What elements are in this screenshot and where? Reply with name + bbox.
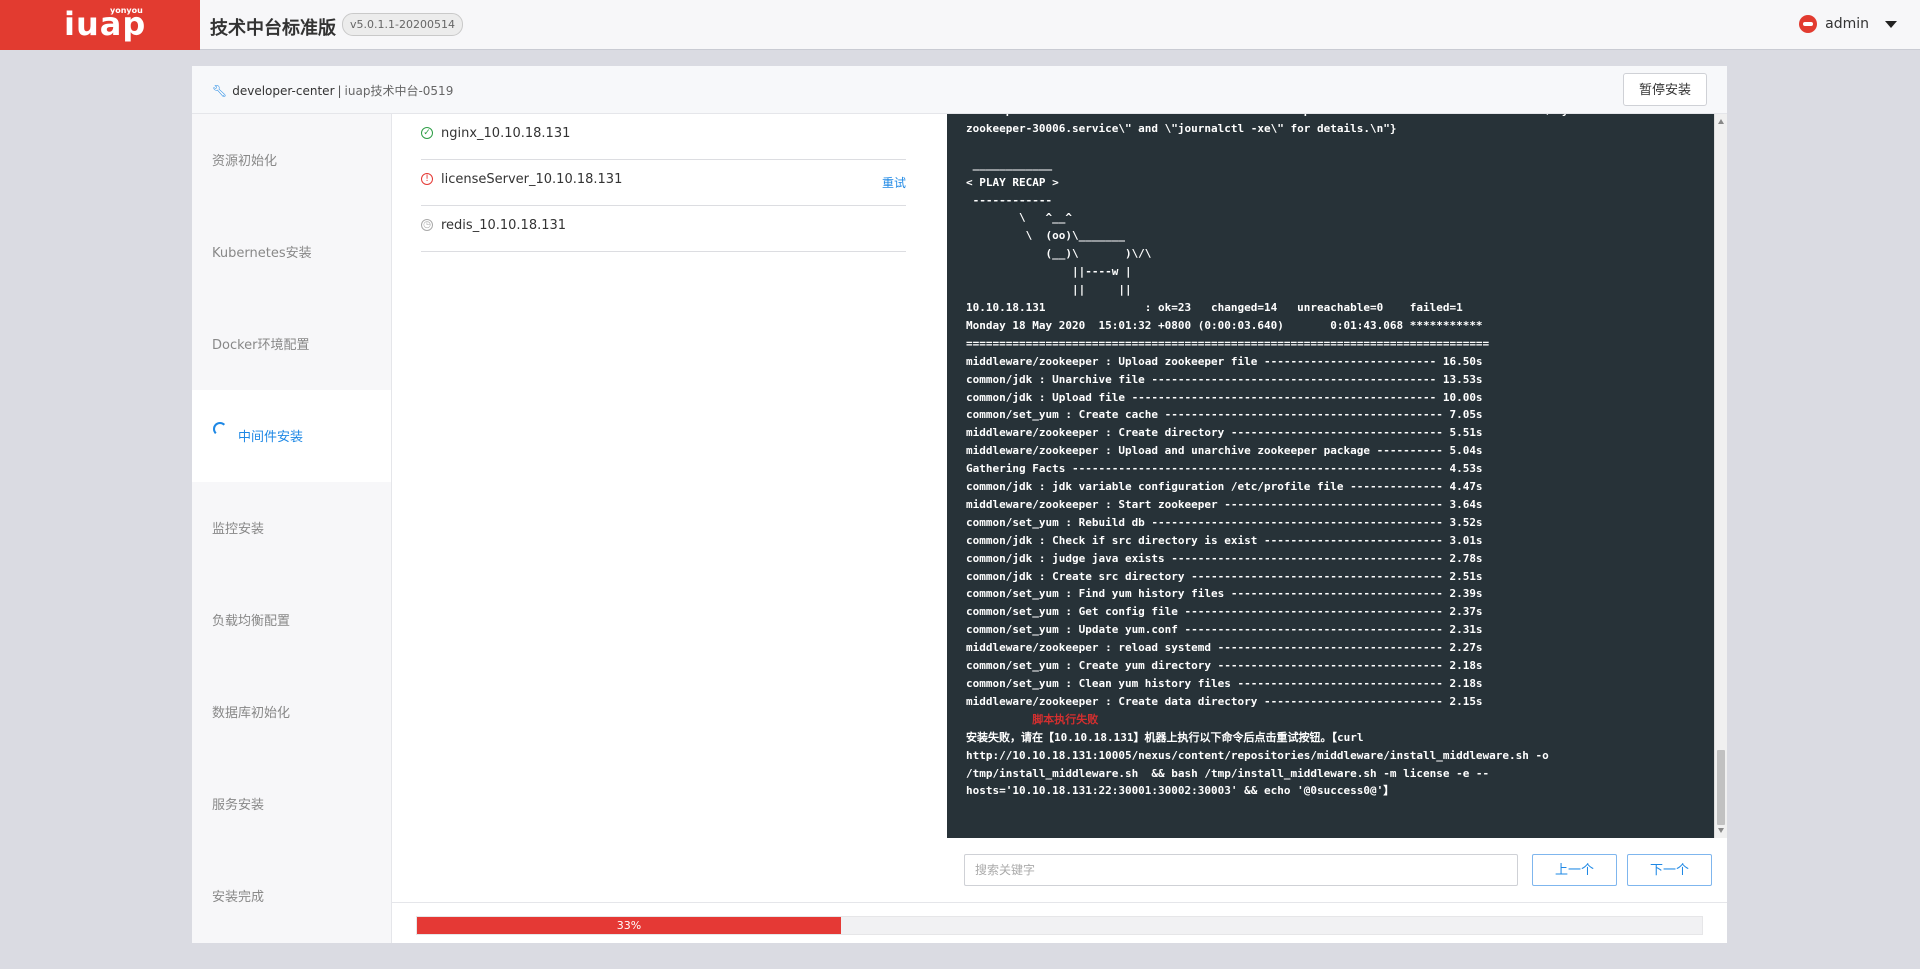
loading-spinner-icon [213,422,227,436]
log-text: zookeeper-30006.service failed because t… [966,114,1661,800]
step-service-install[interactable]: 服务安装 [192,758,391,850]
log-panel: zookeeper-30006.service failed because t… [947,114,1727,902]
log-error-line: 脚本执行失败 [966,712,1099,726]
step-label: Docker环境配置 [212,338,310,353]
scrollbar-thumb[interactable] [1717,750,1725,825]
step-resource-init[interactable]: 资源初始化 [192,114,391,206]
user-name: admin [1825,16,1869,32]
steps-sidebar: 资源初始化 Kubernetes安装 Docker环境配置 中间件安装 监控安装… [192,114,392,943]
log-tail: 安装失败，请在【10.10.18.131】机器上执行以下命令后点击重试按钮。【c… [966,730,1549,798]
scroll-down-icon[interactable] [1718,828,1724,833]
wrench-icon: 🔧︎ [212,83,228,98]
breadcrumb-separator: | [337,83,342,98]
logo[interactable]: iuap yonyou [0,0,200,50]
prev-match-button[interactable]: 上一个 [1532,854,1617,886]
log-search-input[interactable] [964,854,1518,886]
breadcrumb-project: developer-center [232,83,335,98]
host-name: redis_10.10.18.131 [441,218,567,233]
host-item-licenseserver[interactable]: ! licenseServer_10.10.18.131 重试 [421,160,906,206]
clock-icon: ◷ [421,219,433,231]
step-database-init[interactable]: 数据库初始化 [192,666,391,758]
install-progress-bar: 33% [416,916,1703,935]
card-header: 🔧︎ developer-center | iuap技术中台-0519 暂停安装 [192,66,1727,114]
log-scrollbar[interactable] [1714,114,1727,838]
step-monitor-install[interactable]: 监控安装 [192,482,391,574]
top-bar: iuap yonyou 技术中台标准版 v5.0.1.1-20200514 ad… [0,0,1920,50]
step-docker-config[interactable]: Docker环境配置 [192,298,391,390]
host-list: ✓ nginx_10.10.18.131 ! licenseServer_10.… [392,114,948,902]
step-label: 安装完成 [212,890,265,905]
pause-install-button[interactable]: 暂停安装 [1623,73,1707,106]
breadcrumb-platform: iuap技术中台-0519 [344,84,454,98]
install-card: 🔧︎ developer-center | iuap技术中台-0519 暂停安装… [192,66,1727,943]
breadcrumb: 🔧︎ developer-center | iuap技术中台-0519 [212,82,453,99]
scroll-up-icon[interactable] [1718,119,1724,124]
step-label: 中间件安装 [238,430,304,445]
check-circle-icon: ✓ [421,127,433,139]
step-middleware-install[interactable]: 中间件安装 [192,390,391,482]
step-loadbalancer-config[interactable]: 负载均衡配置 [192,574,391,666]
logo-sup: yonyou [110,6,143,15]
log-output[interactable]: zookeeper-30006.service failed because t… [947,114,1714,838]
step-kubernetes-install[interactable]: Kubernetes安装 [192,206,391,298]
host-name: nginx_10.10.18.131 [441,126,571,141]
step-label: 数据库初始化 [212,706,291,721]
host-name: licenseServer_10.10.18.131 [441,172,623,187]
app-title: 技术中台标准版 [210,18,336,39]
progress-row: 33% [392,902,1727,944]
caret-down-icon[interactable] [1885,20,1897,28]
step-label: 监控安装 [212,522,265,537]
log-lines: zookeeper-30006.service failed because t… [966,114,1661,708]
host-item-nginx[interactable]: ✓ nginx_10.10.18.131 [421,114,906,160]
version-badge: v5.0.1.1-20200514 [342,13,463,36]
step-label: 服务安装 [212,798,265,813]
avatar-icon [1799,15,1818,33]
log-search-row: 上一个 下一个 [947,844,1727,889]
progress-fill: 33% [417,917,842,934]
step-install-complete[interactable]: 安装完成 [192,850,391,942]
host-item-redis[interactable]: ◷ redis_10.10.18.131 [421,206,906,252]
retry-link[interactable]: 重试 [882,174,906,191]
step-label: Kubernetes安装 [212,246,312,261]
step-label: 负载均衡配置 [212,614,291,629]
next-match-button[interactable]: 下一个 [1627,854,1712,886]
error-circle-icon: ! [421,173,433,185]
step-label: 资源初始化 [212,154,278,169]
user-menu[interactable]: admin [1799,15,1897,33]
